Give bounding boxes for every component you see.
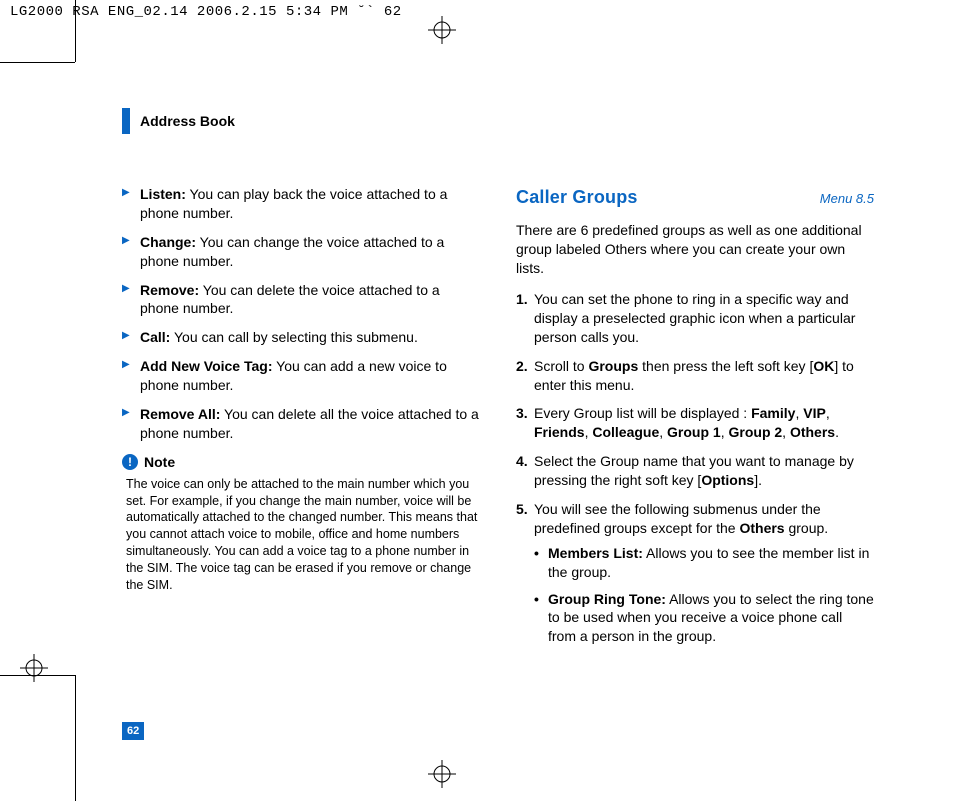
page-content: Address Book Listen: You can play back t…: [80, 30, 910, 770]
note-label: Note: [144, 453, 175, 472]
note-body: The voice can only be attached to the ma…: [122, 476, 480, 594]
term: Call:: [140, 329, 170, 345]
list-item: Group Ring Tone: Allows you to select th…: [534, 590, 874, 647]
list-item: Remove All: You can delete all the voice…: [122, 405, 480, 443]
list-item: Scroll to Groups then press the left sof…: [516, 357, 874, 395]
t: VIP: [803, 405, 826, 421]
left-column: Listen: You can play back the voice atta…: [122, 185, 480, 656]
heading-accent-bar: [122, 108, 130, 134]
list-item: You can set the phone to ring in a speci…: [516, 290, 874, 347]
t: Members List:: [548, 545, 643, 561]
t: Others: [790, 424, 835, 440]
page-number: 62: [122, 722, 144, 740]
t: ,: [721, 424, 729, 440]
menu-reference: Menu 8.5: [820, 190, 874, 208]
desc: You can play back the voice attached to …: [140, 186, 447, 221]
info-icon: !: [122, 454, 138, 470]
right-column: Caller Groups Menu 8.5 There are 6 prede…: [516, 185, 874, 656]
list-item: Remove: You can delete the voice attache…: [122, 281, 480, 319]
subsection-title: Caller Groups: [516, 185, 638, 209]
term: Change:: [140, 234, 196, 250]
list-item: Members List: Allows you to see the memb…: [534, 544, 874, 582]
list-item: Change: You can change the voice attache…: [122, 233, 480, 271]
registration-mark-icon: [20, 654, 48, 682]
t: Colleague: [592, 424, 659, 440]
t: Groups: [588, 358, 638, 374]
list-item: Listen: You can play back the voice atta…: [122, 185, 480, 223]
list-item: Add New Voice Tag: You can add a new voi…: [122, 357, 480, 395]
list-item: Every Group list will be displayed : Fam…: [516, 404, 874, 442]
t: then press the left soft key [: [638, 358, 813, 374]
t: Family: [751, 405, 795, 421]
t: Options: [701, 472, 754, 488]
print-header: LG2000 RSA ENG_02.14 2006.2.15 5:34 PM ˘…: [10, 4, 402, 20]
t: Scroll to: [534, 358, 588, 374]
crop-mark: [0, 62, 75, 63]
crop-mark: [75, 0, 76, 62]
term: Remove:: [140, 282, 199, 298]
t: Group 1: [667, 424, 721, 440]
t: Every Group list will be displayed :: [534, 405, 751, 421]
list-item: Call: You can call by selecting this sub…: [122, 328, 480, 347]
list-item: You will see the following submenus unde…: [516, 500, 874, 646]
steps-list: You can set the phone to ring in a speci…: [516, 290, 874, 646]
section-title: Address Book: [140, 113, 235, 129]
term: Remove All:: [140, 406, 220, 422]
crop-mark: [75, 675, 76, 801]
t: ].: [754, 472, 762, 488]
voice-tag-menu-list: Listen: You can play back the voice atta…: [122, 185, 480, 443]
term: Add New Voice Tag:: [140, 358, 273, 374]
list-item: Select the Group name that you want to m…: [516, 452, 874, 490]
section-heading: Address Book: [122, 108, 235, 134]
t: Select the Group name that you want to m…: [534, 453, 854, 488]
t: Friends: [534, 424, 585, 440]
desc: You can call by selecting this submenu.: [170, 329, 418, 345]
t: ,: [826, 405, 830, 421]
t: Group Ring Tone:: [548, 591, 666, 607]
t: .: [835, 424, 839, 440]
term: Listen:: [140, 186, 186, 202]
t: group.: [785, 520, 829, 536]
t: ,: [782, 424, 790, 440]
note-heading: ! Note: [122, 453, 480, 472]
step-text: You can set the phone to ring in a speci…: [534, 291, 855, 345]
t: OK: [813, 358, 834, 374]
subsection-heading-row: Caller Groups Menu 8.5: [516, 185, 874, 209]
submenu-list: Members List: Allows you to see the memb…: [534, 544, 874, 646]
t: Others: [739, 520, 784, 536]
t: Group 2: [729, 424, 783, 440]
intro-paragraph: There are 6 predefined groups as well as…: [516, 221, 874, 278]
t: ,: [659, 424, 667, 440]
